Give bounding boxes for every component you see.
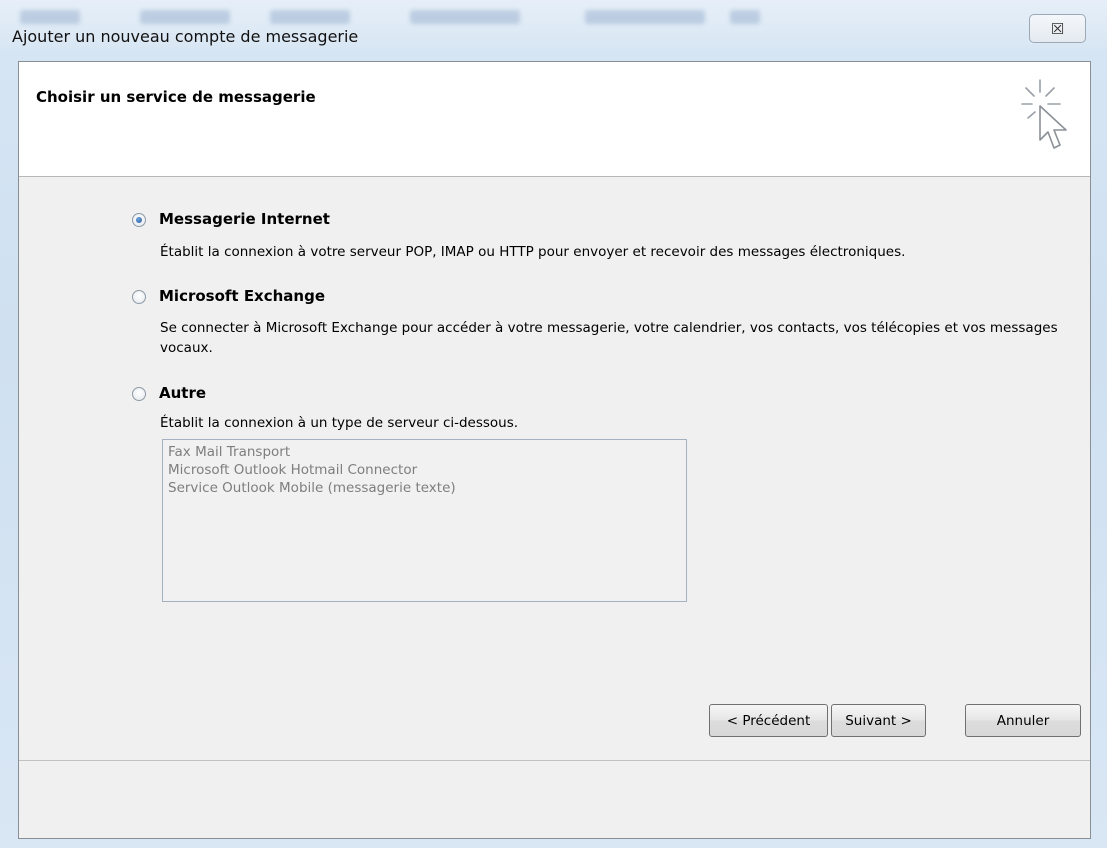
close-icon: ☒	[1050, 19, 1065, 38]
option-description: Établit la connexion à votre serveur POP…	[160, 244, 906, 260]
window-title: Ajouter un nouveau compte de messagerie	[12, 27, 359, 46]
next-button[interactable]: Suivant >	[831, 704, 926, 737]
back-button[interactable]: < Précédent	[709, 704, 828, 737]
list-item[interactable]: Microsoft Outlook Hotmail Connector	[168, 461, 681, 479]
option-label: Autre	[159, 384, 207, 402]
dialog-body: Choisir un service de messagerie Message…	[18, 61, 1091, 839]
option-description: Établit la connexion à un type de serveu…	[160, 415, 519, 431]
option-label: Microsoft Exchange	[159, 287, 326, 305]
list-item[interactable]: Fax Mail Transport	[168, 443, 681, 461]
radio-microsoft-exchange[interactable]	[132, 290, 146, 304]
close-button[interactable]: ☒	[1029, 14, 1086, 43]
radio-other[interactable]	[132, 387, 146, 401]
header-panel: Choisir un service de messagerie	[19, 62, 1090, 177]
option-label: Messagerie Internet	[159, 210, 330, 228]
list-item[interactable]: Service Outlook Mobile (messagerie texte…	[168, 479, 681, 497]
wizard-cursor-icon	[1021, 79, 1067, 149]
radio-internet-mail[interactable]	[132, 213, 146, 227]
footer-divider	[19, 760, 1090, 761]
cancel-button[interactable]: Annuler	[965, 704, 1081, 737]
server-type-listbox[interactable]: Fax Mail Transport Microsoft Outlook Hot…	[162, 439, 687, 602]
option-description: Se connecter à Microsoft Exchange pour a…	[160, 320, 1058, 356]
page-title: Choisir un service de messagerie	[36, 88, 316, 106]
